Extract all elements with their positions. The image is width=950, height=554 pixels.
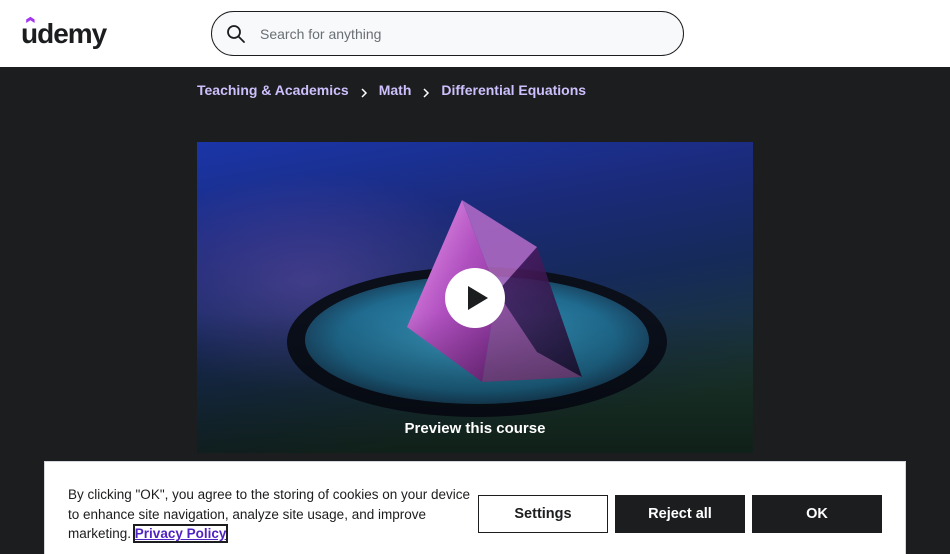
top-navigation-bar: udemy [0,0,950,67]
ok-button[interactable]: OK [752,495,882,533]
cookie-consent-banner: By clicking "OK", you agree to the stori… [44,461,906,554]
privacy-policy-link[interactable]: Privacy Policy [132,524,229,543]
breadcrumb: Teaching & Academics Math Differential E… [197,81,586,99]
breadcrumb-math[interactable]: Math [379,82,412,98]
cookie-consent-text: By clicking "OK", you agree to the stori… [68,485,478,544]
breadcrumb-differential-equations[interactable]: Differential Equations [441,82,586,98]
cookie-settings-button[interactable]: Settings [478,495,608,533]
breadcrumb-teaching-academics[interactable]: Teaching & Academics [197,82,349,98]
chevron-right-icon [422,85,430,98]
search-bar[interactable] [211,11,684,56]
search-input[interactable] [260,13,670,54]
search-icon[interactable] [226,24,246,44]
play-icon [468,286,488,310]
chevron-right-icon [360,85,368,98]
reject-all-button[interactable]: Reject all [615,495,745,533]
play-button[interactable] [445,268,505,328]
svg-text:udemy: udemy [21,18,108,49]
preview-course-label[interactable]: Preview this course [197,420,753,437]
cookie-consent-message: By clicking "OK", you agree to the stori… [68,487,471,541]
udemy-logo[interactable]: udemy [21,16,109,50]
